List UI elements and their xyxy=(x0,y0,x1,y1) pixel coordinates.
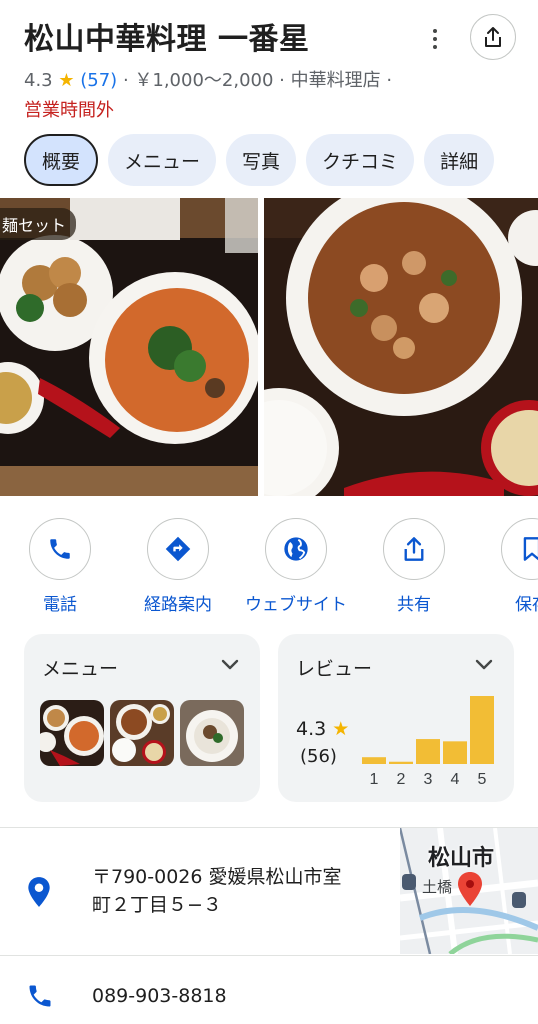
rating-bar-5 xyxy=(470,696,494,764)
menu-thumbnail-image xyxy=(110,700,174,766)
website-button-circle[interactable] xyxy=(265,518,327,580)
directions-button[interactable]: 経路案内 xyxy=(118,518,238,615)
tab-photos[interactable]: 写真 xyxy=(226,134,297,186)
place-title: 松山中華料理 一番星 xyxy=(24,22,310,57)
directions-button-circle[interactable] xyxy=(147,518,209,580)
rating-summary: 4.3 ★ (57) · ￥1,000〜2,000 · 中華料理店 · xyxy=(24,66,392,92)
tab-overview[interactable]: 概要 xyxy=(24,134,99,186)
review-rating-value: 4.3 xyxy=(296,718,327,740)
tab-menu[interactable]: メニュー xyxy=(108,134,217,186)
menu-thumbnail[interactable] xyxy=(40,700,104,766)
action-buttons: 電話 経路案内 ウェブサイト 共有 保 xyxy=(0,518,538,618)
photo-noodle-set[interactable]: 麺セット xyxy=(0,198,258,496)
more-dot-icon xyxy=(433,37,437,41)
more-dot-icon xyxy=(433,29,437,33)
review-card-title: レビュー xyxy=(296,658,373,680)
save-button[interactable]: 保存 xyxy=(472,518,538,615)
more-options-button[interactable] xyxy=(420,22,450,56)
photo-mapo-tofu[interactable] xyxy=(264,198,538,496)
rating-tick-label: 1 xyxy=(370,771,379,788)
call-button[interactable]: 電話 xyxy=(0,518,120,615)
rating-tick-label: 5 xyxy=(478,771,487,788)
tab-reviews[interactable]: クチコミ xyxy=(306,134,415,186)
share-button-top[interactable] xyxy=(470,14,516,60)
rating-bar-1 xyxy=(362,757,386,764)
share-label: 共有 xyxy=(397,595,431,615)
tab-bar: 概要 メニュー 写真 クチコミ 詳細 xyxy=(24,134,495,186)
directions-icon xyxy=(165,536,191,562)
address-line-1: 〒790-0026 愛媛県松山市室 xyxy=(92,866,342,888)
menu-card-title: メニュー xyxy=(42,658,119,680)
call-button-circle[interactable] xyxy=(29,518,91,580)
star-icon: ★ xyxy=(58,70,75,91)
address-text: 〒790-0026 愛媛県松山市室 町２丁目５−３ xyxy=(92,863,342,919)
rating-tick-label: 3 xyxy=(424,771,433,788)
photo-strip[interactable]: 麺セット xyxy=(0,198,538,496)
food-photo-image xyxy=(0,198,258,496)
phone-number: 089-903-8818 xyxy=(92,985,227,1007)
rating-bar-2 xyxy=(389,761,413,764)
phone-icon xyxy=(29,985,51,1007)
location-pin-icon xyxy=(28,877,50,907)
menu-thumbnail-image xyxy=(180,700,244,766)
review-rating: 4.3 ★ xyxy=(296,718,349,740)
bookmark-icon xyxy=(523,537,538,561)
open-status: 営業時間外 xyxy=(24,100,114,121)
save-button-circle[interactable] xyxy=(501,518,538,580)
rating-tick-label: 4 xyxy=(451,771,460,788)
map-area-label: 土橋 xyxy=(422,878,453,896)
share-button[interactable]: 共有 xyxy=(354,518,474,615)
menu-thumbnail[interactable] xyxy=(180,700,244,766)
menu-thumbnail-image xyxy=(40,700,104,766)
tab-details[interactable]: 詳細 xyxy=(424,134,495,186)
star-icon: ★ xyxy=(332,718,350,740)
photo-caption: 麺セット xyxy=(0,208,77,240)
website-label: ウェブサイト xyxy=(245,595,347,615)
rating-distribution-chart: 1 2 3 4 5 xyxy=(362,696,494,788)
directions-label: 経路案内 xyxy=(144,595,212,615)
map-thumbnail[interactable]: 松山市 土橋 xyxy=(400,828,538,954)
menu-thumbnail[interactable] xyxy=(110,700,174,766)
share-button-circle[interactable] xyxy=(383,518,445,580)
food-photo-image xyxy=(264,198,538,496)
rating-value: 4.3 xyxy=(24,70,53,91)
chevron-down-icon[interactable] xyxy=(220,658,240,672)
review-count-link[interactable]: (57) xyxy=(80,70,117,91)
phone-icon xyxy=(50,539,70,559)
share-icon xyxy=(485,27,501,47)
call-label: 電話 xyxy=(43,595,77,615)
price-category: · ￥1,000〜2,000 · 中華料理店 · xyxy=(122,70,393,91)
rating-bar-3 xyxy=(416,739,440,764)
place-header: 松山中華料理 一番星 4.3 ★ (57) · ￥1,000〜2,000 · 中… xyxy=(0,0,538,130)
website-button[interactable]: ウェブサイト xyxy=(236,518,356,615)
chevron-down-icon[interactable] xyxy=(474,658,494,672)
rating-tick-label: 2 xyxy=(397,771,406,788)
globe-icon xyxy=(284,537,308,561)
save-label: 保存 xyxy=(515,595,538,615)
rating-bar-4 xyxy=(443,741,467,764)
map-city-label: 松山市 xyxy=(428,846,495,871)
phone-row[interactable]: 089-903-8818 xyxy=(0,956,538,1024)
review-rating-count: (56) xyxy=(300,746,337,767)
share-icon xyxy=(404,537,424,561)
address-line-2: 町２丁目５−３ xyxy=(92,894,222,916)
more-dot-icon xyxy=(433,45,437,49)
review-card[interactable]: レビュー 4.3 ★ (56) 1 2 3 4 5 xyxy=(278,634,514,802)
menu-card[interactable]: メニュー xyxy=(24,634,260,802)
